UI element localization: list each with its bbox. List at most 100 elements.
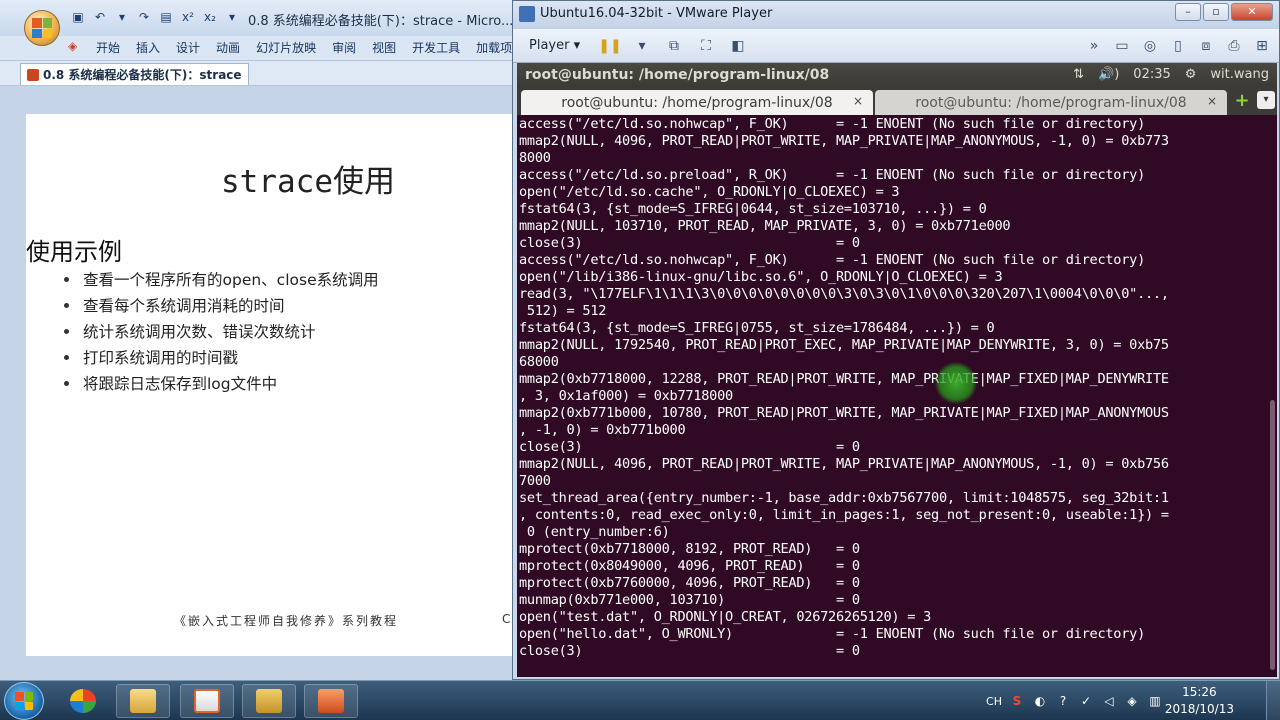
more-devices-icon[interactable]: » [1085,37,1103,55]
slide-title: strace使用 [221,164,395,200]
taskbar-clock[interactable]: 15:26 2018/10/13 [1165,684,1234,718]
terminal-tab-1[interactable]: root@ubuntu: /home/program-linux/08 × [521,90,873,115]
terminal-line: close(3) = 0 [519,439,860,455]
start-button[interactable] [4,682,44,720]
taskbar-app-explorer[interactable] [116,684,170,718]
vmware-toolbar-left: ❚❚ ▾ ⧉ ⛶ ◧ [598,37,747,55]
ribbon-tab-slideshow[interactable]: 幻灯片放映 [248,36,324,58]
ubuntu-top-panel: root@ubuntu: /home/program-linux/08 ⇅ 🔊)… [517,63,1277,87]
taskbar-app-tools[interactable] [242,684,296,718]
slide-footer: 《嵌入式工程师自我修养》系列教程 [174,614,399,628]
slide-editor-area: strace使用 使用示例 查看一个程序所有的open、close系统调用 查看… [0,86,514,680]
terminal-scrollbar[interactable] [1265,115,1277,675]
printer-icon[interactable]: ⎙ [1225,37,1243,55]
terminal-tab-bar: root@ubuntu: /home/program-linux/08 × ro… [517,87,1277,115]
window-controls: – ▫ ✕ [1175,3,1273,21]
taskbar-app-powerpoint[interactable] [304,684,358,718]
cdrom-icon[interactable]: ◎ [1141,37,1159,55]
slide-footer-right: C [502,612,511,626]
bullet-item: 统计系统调用次数、错误次数统计 [64,318,379,344]
bullet-text: 打印系统调用的时间戳 [83,349,239,367]
terminal-line: access("/etc/ld.so.nohwcap", F_OK) = -1 … [519,252,1146,268]
windows-taskbar: CH S ◐ ? ✓ ◁ ◈ ▥ 15:26 2018/10/13 [0,680,1280,720]
close-tab-icon[interactable]: × [1207,94,1217,108]
shield-tray-icon[interactable]: ◈ [1124,693,1140,709]
tray-help-icon[interactable]: ? [1055,693,1071,709]
ribbon-tab-view[interactable]: 视图 [364,36,404,58]
ubuntu-guest-screen[interactable]: root@ubuntu: /home/program-linux/08 ⇅ 🔊)… [517,63,1277,677]
ribbon-tab-addins[interactable]: 加载项 [468,36,514,58]
terminal-line: open("hello.dat", O_WRONLY) = -1 ENOENT … [519,626,1146,642]
user-name[interactable]: wit.wang [1210,67,1269,82]
slide-canvas[interactable]: strace使用 使用示例 查看一个程序所有的open、close系统调用 查看… [26,114,514,656]
bullet-dot-icon [64,302,69,308]
network-tray-icon[interactable]: ▥ [1147,693,1163,709]
pause-icon[interactable]: ❚❚ [598,37,621,55]
network-adapter-icon[interactable]: ⧈ [1197,37,1215,55]
vmware-window-title: Ubuntu16.04-32bit - VMware Player [540,6,773,21]
floppy-icon[interactable]: ▯ [1169,37,1187,55]
terminal-line: mmap2(NULL, 4096, PROT_READ|PROT_WRITE, … [519,456,1169,472]
send-ctrl-alt-del-icon[interactable]: ⧉ [665,37,683,55]
document-tab[interactable]: 0.8 系统编程必备技能(下)：strace [20,63,249,85]
settings-gear-icon[interactable]: ⚙ [1185,67,1197,82]
terminal-line: fstat64(3, {st_mode=S_IFREG|0644, st_siz… [519,201,987,217]
system-tray: CH S ◐ ? ✓ ◁ ◈ ▥ [986,681,1280,720]
powerpoint-doc-icon [27,68,39,81]
dropdown-icon[interactable]: ▾ [633,37,651,55]
ribbon-tab-developer[interactable]: 开发工具 [404,36,468,58]
harddisk-icon[interactable]: ▭ [1113,37,1131,55]
subscript-icon[interactable]: x₂ [202,9,218,25]
terminal-line: mmap2(NULL, 103710, PROT_READ, MAP_PRIVA… [519,218,1011,234]
ribbon-tab-insert[interactable]: 插入 [128,36,168,58]
undo-icon[interactable]: ↶ [92,9,108,25]
tray-security-icon[interactable]: ✓ [1078,693,1094,709]
close-tab-icon[interactable]: × [853,94,863,108]
taskbar-app-pinwheel[interactable] [56,684,110,718]
bullet-text: 统计系统调用次数、错误次数统计 [83,323,316,341]
player-menu-button[interactable]: Player ▾ [529,38,580,53]
ribbon-tab-review[interactable]: 审阅 [324,36,364,58]
network-icon[interactable]: ⇅ [1073,67,1084,82]
unity-icon[interactable]: ◧ [729,37,747,55]
terminal-tab-2[interactable]: root@ubuntu: /home/program-linux/08 × [875,90,1227,115]
scrollbar-thumb[interactable] [1270,400,1275,670]
vmware-title-bar: Ubuntu16.04-32bit - VMware Player – ▫ ✕ [513,1,1279,29]
superscript-icon[interactable]: x² [180,9,196,25]
ribbon-tab-design[interactable]: 设计 [168,36,208,58]
new-tab-plus-icon[interactable]: + [1233,92,1251,110]
bullet-dot-icon [64,328,69,334]
ppt-window-title: 0.8 系统编程必备技能(下)：strace - Micro... [248,14,514,29]
taskbar-app-media[interactable] [180,684,234,718]
clock-date: 2018/10/13 [1164,702,1234,716]
office-button[interactable] [24,10,60,46]
save-icon[interactable]: ▣ [70,9,86,25]
terminal-output[interactable]: access("/etc/ld.so.nohwcap", F_OK) = -1 … [517,115,1263,675]
tray-app-icon[interactable]: ◐ [1032,693,1048,709]
windows-logo-icon [15,692,33,710]
terminal-line: access("/etc/ld.so.preload", R_OK) = -1 … [519,167,1146,183]
show-desktop-button[interactable] [1266,681,1280,720]
volume-icon[interactable]: 🔊) [1098,67,1119,82]
print-preview-icon[interactable]: ▤ [158,9,174,25]
sogou-ime-icon[interactable]: S [1009,693,1025,709]
volume-tray-icon[interactable]: ◁ [1101,693,1117,709]
clock-text[interactable]: 02:35 [1133,67,1170,82]
close-button[interactable]: ✕ [1231,3,1273,21]
dropdown-icon[interactable]: ▾ [114,9,130,25]
ribbon-tab-home[interactable]: 开始 [88,36,128,58]
minimize-button[interactable]: – [1175,3,1201,21]
tab-menu-chevron-icon[interactable]: ▾ [1257,91,1275,109]
terminal-line: open("/lib/i386-linux-gnu/libc.so.6", O_… [519,269,1003,285]
customize-qat-icon[interactable]: ▾ [224,9,240,25]
terminal-line: , -1, 0) = 0xb771b000 [519,422,686,438]
input-language[interactable]: CH [986,695,1002,708]
usb-icon[interactable]: ⊞ [1253,37,1271,55]
folder-icon [130,689,156,713]
terminal-line: close(3) = 0 [519,643,860,659]
redo-icon[interactable]: ↷ [136,9,152,25]
terminal-line: mmap2(NULL, 4096, PROT_READ|PROT_WRITE, … [519,133,1169,149]
maximize-button[interactable]: ▫ [1203,3,1229,21]
ribbon-tab-animations[interactable]: 动画 [208,36,248,58]
fullscreen-icon[interactable]: ⛶ [697,37,715,55]
